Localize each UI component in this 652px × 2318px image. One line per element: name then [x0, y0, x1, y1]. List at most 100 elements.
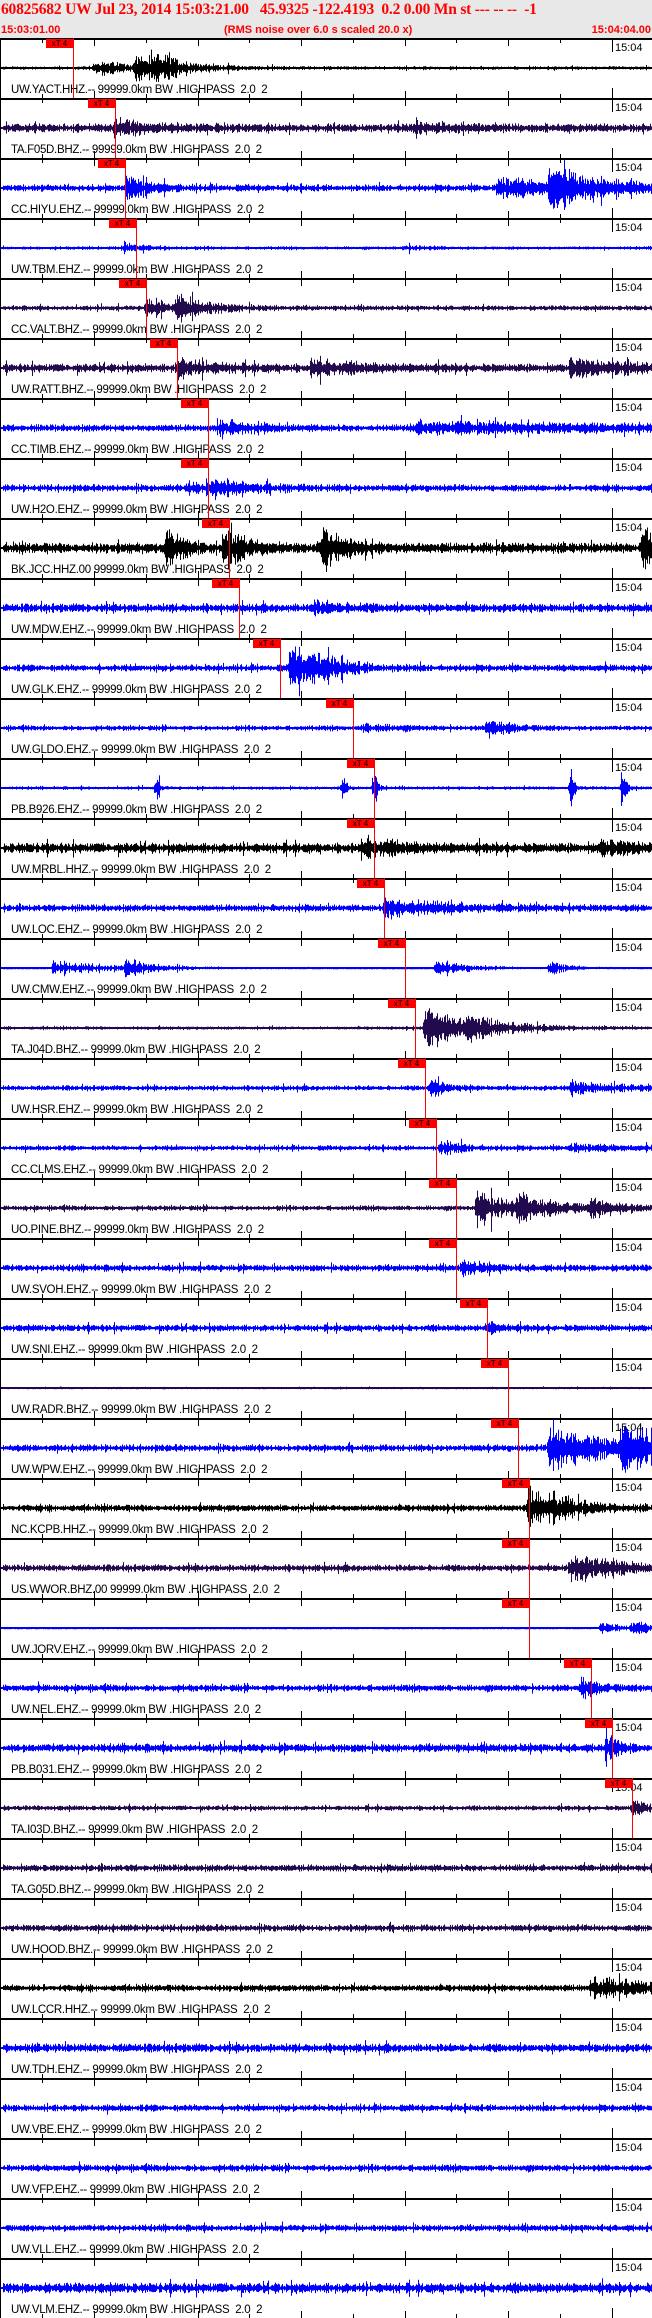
pick-line[interactable] — [591, 1658, 592, 1718]
station-label: UW.VLL.EHZ.-- 99999.0km BW .HIGHPASS 2.0… — [11, 2244, 259, 2256]
baseline — [1, 67, 652, 69]
pick-line[interactable] — [208, 458, 209, 518]
pick-line[interactable] — [456, 1178, 457, 1238]
station-label: NC.KCPB.HHZ.-- 99999.0km BW .HIGHPASS 2.… — [11, 1524, 269, 1536]
time-ticks — [42, 1718, 613, 1732]
trace-panel: 15:04 UW.TDH.EHZ.-- 99999.0km BW .HIGHPAS… — [0, 2018, 652, 2078]
pick-marker[interactable]: xT 4 — [357, 879, 384, 888]
minute-label: 15:04 — [615, 2022, 643, 2034]
station-code: PB.B031.EHZ.-- — [11, 1764, 90, 1776]
baseline — [1, 907, 652, 909]
pick-line[interactable] — [208, 398, 209, 458]
pick-line[interactable] — [405, 938, 406, 998]
pick-marker[interactable]: xT 4 — [585, 1719, 612, 1728]
time-ticks — [42, 1418, 613, 1432]
pick-marker[interactable]: xT 4 — [347, 819, 374, 828]
time-ticks — [42, 2138, 613, 2152]
pick-marker[interactable]: xT 4 — [150, 339, 177, 348]
pick-line[interactable] — [177, 338, 178, 398]
pick-marker[interactable]: xT 4 — [46, 39, 73, 48]
pick-line[interactable] — [529, 1538, 530, 1598]
pick-marker[interactable]: xT 4 — [181, 399, 208, 408]
pick-line[interactable] — [115, 98, 116, 158]
filter-info: 99999.0km BW .HIGHPASS 2.0 2 — [91, 1704, 261, 1716]
pick-marker[interactable]: xT 4 — [202, 519, 229, 528]
pick-marker[interactable]: xT 4 — [429, 1179, 456, 1188]
minute-label: 15:04 — [615, 522, 643, 534]
station-label: CC.HIYU.EHZ.-- 99999.0km BW .HIGHPASS 2.… — [11, 204, 264, 216]
separator-line — [1, 1598, 652, 1600]
pick-marker[interactable]: xT 4 — [398, 1059, 425, 1068]
minute-label: 15:04 — [615, 402, 643, 414]
minute-label: 15:04 — [615, 1182, 643, 1194]
waveform — [3, 1485, 652, 1527]
pick-line[interactable] — [125, 158, 126, 218]
filter-info: 99999.0km BW .HIGHPASS 2.0 2 — [102, 1944, 273, 1956]
trace-panel: 15:04 NC.KCPB.HHZ.-- 99999.0km BW .HIGHPA… — [0, 1478, 652, 1538]
minute-label: 15:04 — [615, 1962, 643, 1974]
station-label: UW.H2O.EHZ.-- 99999.0km BW .HIGHPASS 2.0… — [11, 504, 262, 516]
pick-line[interactable] — [136, 218, 137, 278]
pick-marker[interactable]: xT 4 — [502, 1479, 529, 1488]
filter-info: 99999.0km BW .HIGHPASS 2.0 2 — [87, 1344, 258, 1356]
time-ticks — [42, 98, 613, 112]
pick-line[interactable] — [229, 518, 230, 578]
pick-marker[interactable]: xT 4 — [212, 579, 239, 588]
station-code: UW.SNI.EHZ.-- — [11, 1344, 86, 1356]
time-ticks — [42, 38, 613, 52]
separator-line — [1, 2198, 652, 2200]
pick-marker[interactable]: xT 4 — [88, 99, 115, 108]
pick-line[interactable] — [425, 1058, 426, 1118]
pick-line[interactable] — [508, 1358, 509, 1418]
pick-line[interactable] — [632, 1778, 633, 1838]
pick-marker[interactable]: xT 4 — [605, 1779, 632, 1788]
baseline — [1, 1807, 652, 1809]
trace-panel: 15:04 UW.H2O.EHZ.-- 99999.0km BW .HIGHPAS… — [0, 458, 652, 518]
pick-marker[interactable]: xT 4 — [326, 699, 353, 708]
pick-marker[interactable]: xT 4 — [409, 1119, 436, 1128]
pick-marker[interactable]: xT 4 — [388, 999, 415, 1008]
pick-line[interactable] — [436, 1118, 437, 1178]
pick-line[interactable] — [529, 1598, 530, 1658]
pick-line[interactable] — [384, 878, 385, 938]
pick-marker[interactable]: xT 4 — [564, 1659, 591, 1668]
pick-line[interactable] — [374, 758, 375, 818]
pick-line[interactable] — [456, 1238, 457, 1298]
separator-line — [1, 1118, 652, 1120]
trace-panel: 15:04 UW.VLM.EHZ.-- 99999.0km BW .HIGHPAS… — [0, 2258, 652, 2318]
pick-line[interactable] — [239, 578, 240, 638]
pick-marker[interactable]: xT 4 — [253, 639, 280, 648]
filter-info: 99999.0km BW .HIGHPASS 2.0 2 — [96, 984, 267, 996]
pick-marker[interactable]: xT 4 — [491, 1419, 518, 1428]
pick-line[interactable] — [146, 278, 147, 338]
pick-marker[interactable]: xT 4 — [119, 279, 146, 288]
pick-line[interactable] — [612, 1718, 613, 1778]
pick-line[interactable] — [487, 1298, 488, 1358]
pick-line[interactable] — [529, 1478, 530, 1538]
pick-marker[interactable]: xT 4 — [181, 459, 208, 468]
separator-line — [1, 2018, 652, 2020]
trace-panel: 15:04 UW.YACT.HHZ.-- 99999.0km BW .HIGHPA… — [0, 38, 652, 98]
pick-marker[interactable]: xT 4 — [481, 1359, 508, 1368]
pick-line[interactable] — [415, 998, 416, 1058]
pick-line[interactable] — [280, 638, 281, 698]
pick-line[interactable] — [73, 38, 74, 98]
pick-line[interactable] — [374, 818, 375, 878]
filter-info: 99999.0km BW .HIGHPASS 2.0 2 — [101, 744, 271, 756]
baseline — [1, 1867, 652, 1869]
pick-line[interactable] — [518, 1418, 519, 1478]
pick-line[interactable] — [353, 698, 354, 758]
pick-marker[interactable]: xT 4 — [429, 1239, 456, 1248]
filter-info: 99999.0km BW .HIGHPASS 2.0 2 — [97, 1644, 268, 1656]
pick-marker[interactable]: xT 4 — [347, 759, 374, 768]
pick-marker[interactable]: xT 4 — [109, 219, 136, 228]
station-label: UW.LOC.EHZ.-- 99999.0km BW .HIGHPASS 2.0… — [11, 924, 262, 936]
pick-marker[interactable]: xT 4 — [502, 1539, 529, 1548]
station-code: US.WWOR.BHZ.00 — [11, 1584, 108, 1596]
pick-marker[interactable]: xT 4 — [502, 1599, 529, 1608]
time-ticks — [42, 518, 613, 532]
pick-marker[interactable]: xT 4 — [378, 939, 405, 948]
pick-marker[interactable]: xT 4 — [460, 1299, 487, 1308]
pick-marker[interactable]: xT 4 — [98, 159, 125, 168]
station-label: PB.B031.EHZ.-- 99999.0km BW .HIGHPASS 2.… — [11, 1764, 262, 1776]
